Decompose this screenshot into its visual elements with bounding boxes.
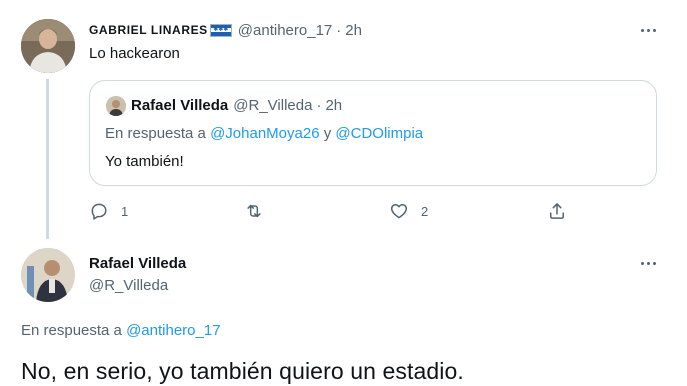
reply-button[interactable]: 1 — [89, 200, 128, 222]
reply-icon — [91, 203, 107, 220]
avatar[interactable] — [21, 248, 75, 302]
timestamp[interactable]: 2h — [345, 22, 362, 39]
reply-prefix: En respuesta a — [105, 125, 206, 142]
thread-line — [46, 79, 49, 239]
author-handle[interactable]: @antihero_17 — [238, 22, 332, 39]
author-name[interactable]: Rafael Villeda — [89, 255, 186, 272]
author-name[interactable]: GABRIEL LINARES — [89, 23, 208, 37]
retweet-icon — [247, 204, 261, 218]
tweet-text: Lo hackearon — [89, 45, 180, 62]
reply-conjunction: y — [323, 125, 332, 142]
reply-prefix: En respuesta a — [21, 322, 122, 339]
retweet-button[interactable] — [244, 200, 276, 222]
more-options-icon[interactable] — [637, 255, 659, 271]
more-options-icon[interactable] — [637, 22, 659, 38]
tweet-actions: 1 2 — [89, 200, 589, 222]
like-button[interactable]: 2 — [389, 200, 428, 222]
share-button[interactable] — [547, 200, 567, 222]
quoted-reply-context: En respuesta a @JohanMoya26 y @CDOlimpia — [105, 125, 423, 142]
like-count: 2 — [421, 203, 429, 219]
quoted-author-handle: @R_Villeda — [233, 97, 313, 114]
tweet-text: No, en serio, yo también quiero un estad… — [21, 358, 464, 384]
mention-cdolimpia[interactable]: @CDOlimpia — [335, 125, 423, 142]
mention-antihero-17[interactable]: @antihero_17 — [126, 322, 220, 339]
separator: · — [316, 97, 322, 114]
reply-count: 1 — [121, 203, 129, 219]
honduras-flag-icon: ✱✱✱ — [209, 23, 232, 37]
quoted-timestamp: 2h — [325, 97, 343, 114]
tweet-header: GABRIEL LINARES ✱✱✱ @antihero_17 · 2h — [89, 20, 362, 40]
quoted-tweet[interactable]: Rafael Villeda @R_Villeda · 2h En respue… — [89, 80, 657, 186]
tweet-gabriel-linares[interactable]: GABRIEL LINARES ✱✱✱ @antihero_17 · 2h Lo… — [0, 0, 687, 239]
quoted-header: Rafael Villeda @R_Villeda · 2h — [131, 97, 342, 114]
avatar — [106, 96, 126, 116]
separator: · — [336, 21, 342, 39]
quoted-text: Yo también! — [105, 153, 184, 170]
author-handle[interactable]: @R_Villeda — [89, 277, 168, 294]
tweet-rafael-villeda: Rafael Villeda @R_Villeda En respuesta a… — [0, 240, 687, 386]
reply-context: En respuesta a @antihero_17 — [21, 322, 221, 339]
mention-johanmoya26[interactable]: @JohanMoya26 — [210, 125, 319, 142]
heart-icon — [390, 204, 408, 219]
avatar[interactable] — [21, 19, 75, 73]
share-icon — [550, 203, 564, 219]
quoted-author-name: Rafael Villeda — [131, 97, 229, 114]
